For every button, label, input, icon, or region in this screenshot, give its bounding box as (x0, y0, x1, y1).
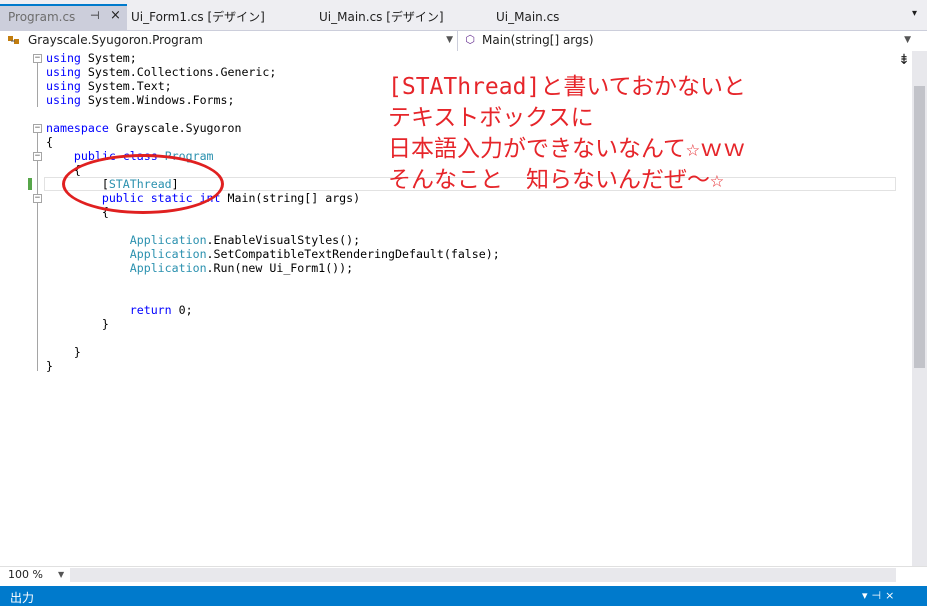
chevron-down-icon[interactable]: ▼ (58, 570, 64, 579)
code-line: { (46, 135, 53, 149)
outline-line (37, 203, 38, 329)
collapse-icon[interactable]: − (33, 124, 42, 133)
code-line: return 0; (129, 303, 193, 317)
code-line: } (46, 359, 53, 373)
code-line: using System.Collections.Generic; (46, 65, 277, 79)
class-combo-value: Grayscale.Syugoron.Program (28, 33, 203, 47)
output-panel-header (0, 586, 927, 606)
collapse-icon[interactable]: − (33, 54, 42, 63)
tab-ui-form1-design[interactable]: Ui_Form1.cs [デザイン] (131, 7, 265, 30)
tab-ui-main-cs[interactable]: Ui_Main.cs (496, 7, 559, 30)
change-indicator (28, 178, 32, 190)
member-combo-value: Main(string[] args) (482, 33, 594, 47)
zoom-combo[interactable]: 100 % (8, 568, 43, 581)
collapse-icon[interactable]: − (33, 152, 42, 161)
code-line: namespace Grayscale.Syugoron (46, 121, 242, 135)
annotation-line: テキストボックスに (388, 105, 594, 131)
split-editor-icon[interactable]: ⇟ (896, 51, 912, 71)
tab-label: Ui_Main.cs (496, 10, 560, 24)
class-combo[interactable]: Grayscale.Syugoron.Program ▼ (0, 31, 458, 51)
code-line-text: .Run(new Ui_Form1()); (206, 261, 354, 275)
highlight-ellipse (62, 154, 224, 214)
code-line-text: .SetCompatibleTextRenderingDefault(false… (206, 247, 500, 261)
code-line: } (46, 317, 109, 331)
code-line-text: System.Collections.Generic; (87, 65, 277, 79)
close-icon[interactable]: × (110, 8, 121, 23)
chevron-down-icon[interactable]: ▼ (446, 31, 453, 50)
annotation-text: [STAThread]と書いておかないと テキストボックスに日本語入力ができないな… (388, 72, 746, 196)
collapse-icon[interactable]: − (33, 194, 42, 203)
tab-ui-main-design[interactable]: Ui_Main.cs [デザイン] (319, 7, 444, 30)
outline-line (37, 63, 38, 107)
pin-icon[interactable]: ⊣ (90, 9, 100, 22)
chevron-down-icon[interactable]: ▾ (862, 589, 872, 602)
annotation-line: [STAThread]と書いておかないと (388, 74, 746, 100)
method-icon: ⬡ (465, 33, 475, 46)
tab-program-cs[interactable]: Program.cs ⊣ × (0, 4, 127, 30)
code-line-text: System; (87, 51, 137, 65)
code-line-text: 0; (178, 303, 193, 317)
code-line-text: System.Text; (87, 79, 172, 93)
code-line-text: System.Windows.Forms; (87, 93, 235, 107)
class-icon (7, 33, 21, 47)
code-line: using System.Windows.Forms; (46, 93, 235, 107)
output-panel-title: 出力 (10, 591, 35, 605)
pin-icon[interactable]: ⊣ (872, 589, 886, 602)
close-icon[interactable]: × (885, 589, 898, 602)
code-line: Application.EnableVisualStyles(); (129, 233, 361, 247)
code-line: Application.SetCompatibleTextRenderingDe… (129, 247, 500, 261)
code-line-text: Grayscale.Syugoron (115, 121, 242, 135)
tab-label: Ui_Form1.cs [デザイン] (131, 10, 265, 24)
navigation-bar: Grayscale.Syugoron.Program ▼ ⬡ Main(stri… (0, 30, 927, 52)
document-tab-bar: Program.cs ⊣ × Ui_Form1.cs [デザイン] Ui_Mai… (0, 0, 927, 30)
code-line: using System; (46, 51, 137, 65)
panel-controls[interactable]: ▾⊣× (862, 589, 898, 602)
code-line-text: .EnableVisualStyles(); (206, 233, 361, 247)
chevron-down-icon[interactable]: ▼ (904, 31, 911, 50)
tab-label: Ui_Main.cs [デザイン] (319, 10, 444, 24)
code-line: } (46, 345, 81, 359)
code-line-text: Main(string[] args) (227, 191, 361, 205)
code-line: using System.Text; (46, 79, 172, 93)
tab-label: Program.cs (8, 10, 76, 24)
annotation-line: そんなこと 知らないんだぜ～☆ (388, 167, 724, 193)
code-line: Application.Run(new Ui_Form1()); (129, 261, 354, 275)
vertical-scrollbar-thumb[interactable] (914, 86, 925, 368)
member-combo[interactable]: ⬡ Main(string[] args) ▼ (460, 31, 915, 51)
horizontal-scrollbar[interactable] (70, 568, 896, 582)
annotation-line: 日本語入力ができないなんて☆ｗｗ (388, 136, 746, 162)
tab-list-dropdown-icon[interactable]: ▾ (912, 8, 917, 19)
